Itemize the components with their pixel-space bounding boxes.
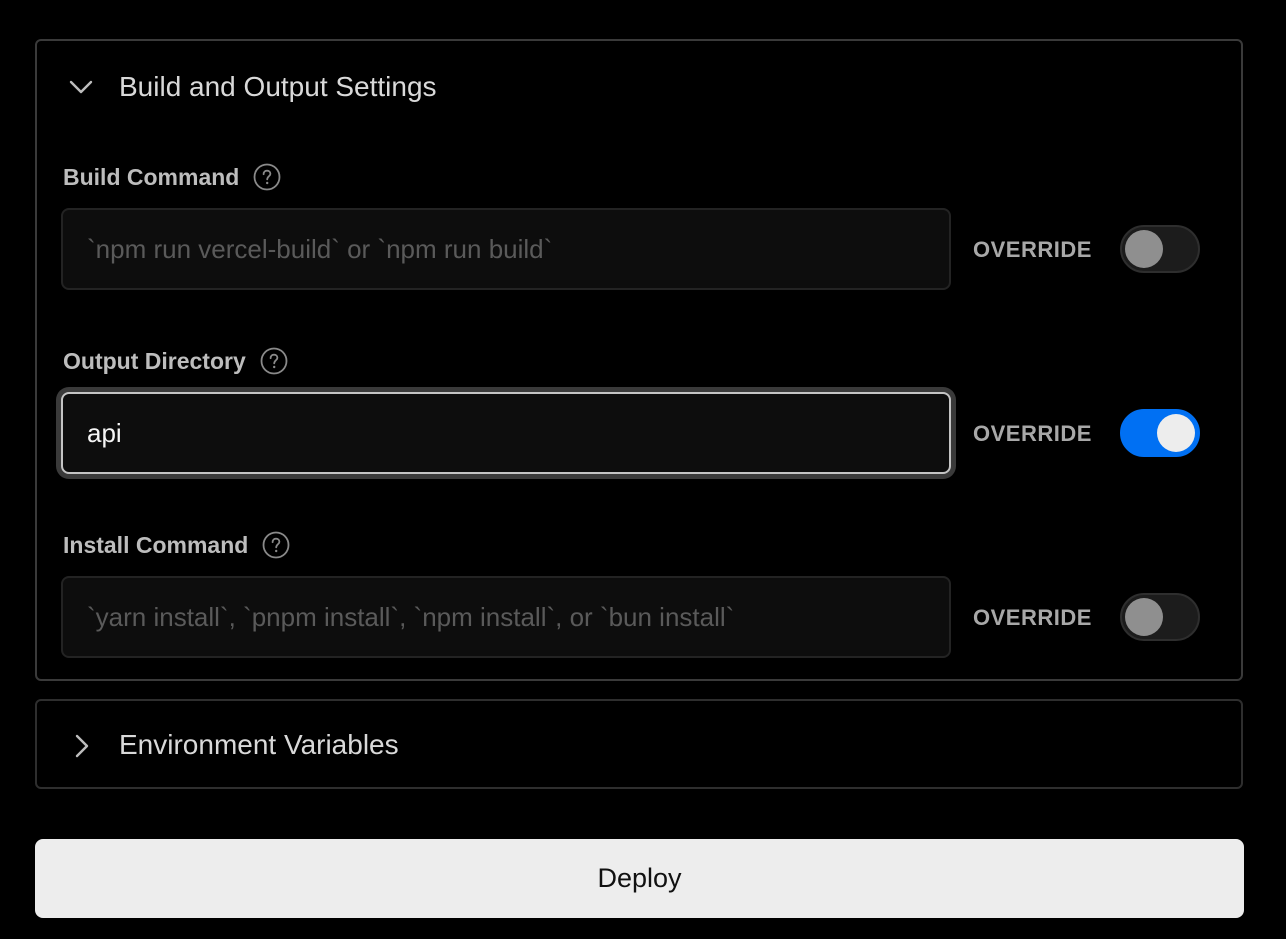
output-directory-override-toggle[interactable] (1120, 409, 1200, 457)
question-circle-icon[interactable] (262, 531, 290, 559)
output-directory-label: Output Directory (63, 348, 246, 374)
build-command-input[interactable] (61, 208, 951, 290)
install-command-input[interactable] (61, 576, 951, 658)
install-command-label-row: Install Command (63, 531, 290, 559)
toggle-knob (1157, 414, 1195, 452)
build-output-settings-panel: Build and Output Settings Build Command … (35, 39, 1243, 681)
toggle-knob (1125, 230, 1163, 268)
build-command-override-toggle[interactable] (1120, 225, 1200, 273)
build-command-label: Build Command (63, 164, 240, 190)
build-output-settings-title: Build and Output Settings (119, 71, 437, 102)
install-command-override-toggle[interactable] (1120, 593, 1200, 641)
environment-variables-title: Environment Variables (119, 729, 399, 760)
install-command-label: Install Command (63, 532, 249, 558)
install-command-override-label: OVERRIDE (973, 605, 1092, 630)
question-circle-icon[interactable] (260, 347, 288, 375)
build-output-settings-header[interactable]: Build and Output Settings (37, 41, 1241, 133)
chevron-right-icon (75, 734, 89, 758)
build-command-override-label: OVERRIDE (973, 237, 1092, 262)
deploy-button[interactable]: Deploy (35, 839, 1244, 918)
output-directory-input[interactable] (61, 392, 951, 474)
build-command-label-row: Build Command (63, 163, 281, 191)
environment-variables-header[interactable]: Environment Variables (35, 699, 1243, 789)
output-directory-override-label: OVERRIDE (973, 421, 1092, 446)
output-directory-label-row: Output Directory (63, 347, 288, 375)
toggle-knob (1125, 598, 1163, 636)
chevron-down-icon (69, 80, 93, 94)
question-circle-icon[interactable] (253, 163, 281, 191)
